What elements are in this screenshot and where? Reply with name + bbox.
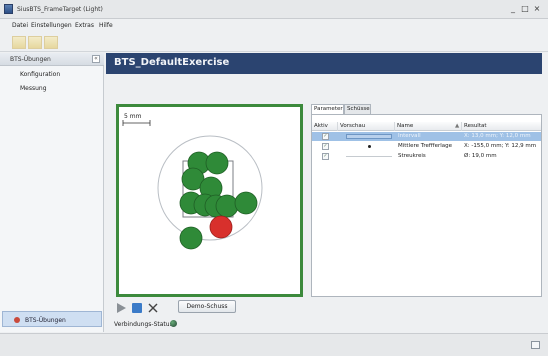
connection-status-label: Verbindungs-Status: xyxy=(114,321,175,328)
tab-parameter[interactable]: Parameter xyxy=(311,104,344,114)
row-active-checkbox[interactable]: ✓ xyxy=(322,133,329,140)
toolbar-open-icon[interactable] xyxy=(12,36,26,49)
app-icon xyxy=(4,4,13,14)
close-button[interactable]: × xyxy=(532,4,542,14)
sidebar-tab-label: BTS-Übungen xyxy=(25,317,66,324)
shot-group xyxy=(179,151,258,250)
sort-icon[interactable]: ▲ xyxy=(453,122,461,131)
sidebar-item-messung[interactable]: Messung xyxy=(20,85,47,92)
window-title: SiusBTS_FrameTarget (Light) xyxy=(17,6,103,13)
row-active-checkbox[interactable]: ✓ xyxy=(322,143,329,150)
maximize-button[interactable]: □ xyxy=(520,4,530,14)
column-name[interactable]: Name xyxy=(395,122,462,131)
scale-label: 5 mm xyxy=(124,113,142,120)
target-canvas: 5 mm xyxy=(122,113,263,250)
sidebar-item-konfiguration[interactable]: Konfiguration xyxy=(20,71,60,78)
shot-marker[interactable] xyxy=(179,226,203,250)
menu-einstellungen[interactable]: Einstellungen xyxy=(31,22,72,29)
results-panel: Parameter Schüsse Aktiv Vorschau Name ▲ … xyxy=(311,104,542,297)
exercise-title: BTS_DefaultExercise xyxy=(114,57,230,68)
column-aktiv[interactable]: Aktiv xyxy=(312,122,338,131)
last-shot-marker[interactable] xyxy=(209,215,233,239)
column-resultat[interactable]: Resultat xyxy=(462,122,541,131)
menu-bar: Datei Einstellungen Extras Hilfe xyxy=(0,19,548,32)
tab-schuesse[interactable]: Schüsse xyxy=(344,104,371,114)
bts-icon xyxy=(14,317,20,323)
stop-icon[interactable] xyxy=(131,302,143,314)
column-vorschau[interactable]: Vorschau xyxy=(338,122,395,131)
shot-marker[interactable] xyxy=(215,194,239,218)
statusbar-icon xyxy=(531,341,540,349)
menu-datei[interactable]: Datei xyxy=(12,22,28,29)
table-row[interactable]: ✓ Streukreis Ø: 19,0 mm xyxy=(312,152,541,161)
sidebar: BTS-Übungen « Konfiguration Messung BTS-… xyxy=(0,53,104,332)
exercise-header: BTS_DefaultExercise xyxy=(106,53,542,74)
menu-extras[interactable]: Extras xyxy=(75,22,94,29)
toolbar-export-icon[interactable] xyxy=(44,36,58,49)
row-result: Ø: 19,0 mm xyxy=(464,153,497,159)
table-row[interactable]: ✓ Mittlere Treffferlage X: -155,0 mm; Y:… xyxy=(312,142,541,151)
toolbar xyxy=(0,32,548,52)
row-result: X: 13,0 mm; Y: 12,0 mm xyxy=(464,133,531,139)
sidebar-header: BTS-Übungen « xyxy=(0,53,104,66)
sidebar-header-label: BTS-Übungen xyxy=(10,56,51,63)
status-bar xyxy=(0,333,548,356)
preview-dot xyxy=(368,145,371,148)
shot-marker[interactable] xyxy=(234,191,258,215)
clear-icon[interactable] xyxy=(147,302,159,314)
row-name: Intervall xyxy=(398,133,421,139)
collapse-icon[interactable]: « xyxy=(92,55,100,63)
preview-line xyxy=(346,156,392,157)
table-row[interactable]: ✓ Intervall X: 13,0 mm; Y: 12,0 mm xyxy=(312,132,541,141)
play-icon[interactable] xyxy=(115,302,127,314)
menu-hilfe[interactable]: Hilfe xyxy=(99,22,113,29)
title-bar: SiusBTS_FrameTarget (Light) _ □ × xyxy=(0,0,548,19)
row-name: Streukreis xyxy=(398,153,426,159)
target-view[interactable]: 5 mm xyxy=(116,104,303,297)
results-table: Aktiv Vorschau Name ▲ Resultat ✓ Interva… xyxy=(311,114,542,297)
toolbar-save-icon[interactable] xyxy=(28,36,42,49)
shot-marker[interactable] xyxy=(205,151,229,175)
connection-status-icon xyxy=(170,320,177,327)
row-active-checkbox[interactable]: ✓ xyxy=(322,153,329,160)
sidebar-tab-bts-uebungen[interactable]: BTS-Übungen xyxy=(2,311,102,327)
row-name: Mittlere Treffferlage xyxy=(398,143,452,149)
row-result: X: -155,0 mm; Y: 12,9 mm xyxy=(464,143,537,149)
demo-shot-button[interactable]: Demo-Schuss xyxy=(178,300,236,313)
minimize-button[interactable]: _ xyxy=(508,4,518,14)
preview-box xyxy=(346,134,392,139)
